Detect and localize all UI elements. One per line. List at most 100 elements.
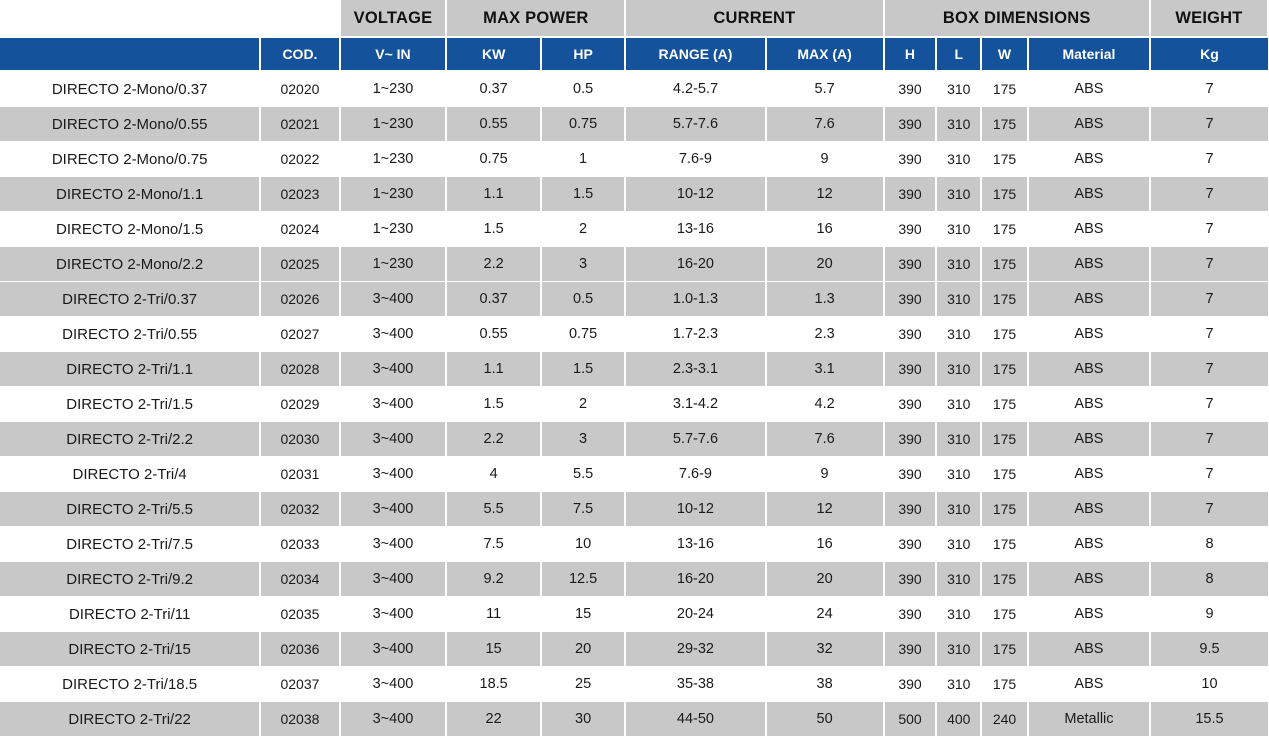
cell-kg: 7 — [1148, 421, 1268, 457]
cell-w: 175 — [980, 246, 1029, 282]
cell-max_a: 12 — [764, 176, 885, 212]
cell-kg: 9 — [1148, 596, 1268, 632]
cell-w: 175 — [980, 316, 1029, 352]
cell-max_a: 32 — [764, 631, 885, 667]
cell-h: 390 — [882, 666, 938, 702]
cell-voltage: 3~400 — [338, 666, 448, 702]
cell-material: ABS — [1026, 561, 1151, 597]
column-header-range_a[interactable]: RANGE (A) — [624, 36, 767, 72]
cell-h: 390 — [882, 526, 938, 562]
cell-material: ABS — [1026, 456, 1151, 492]
cell-w: 175 — [980, 526, 1029, 562]
cell-w: 175 — [980, 666, 1029, 702]
table-row[interactable]: DIRECTO 2-Tri/18.5 02037 3~400 18.5 25 35-38 3… — [0, 666, 1268, 702]
cell-kw: 0.75 — [445, 141, 542, 177]
cell-max_a: 4.2 — [764, 386, 885, 422]
cell-max_a: 16 — [764, 211, 885, 247]
column-header-material[interactable]: Material — [1026, 36, 1151, 72]
cell-hp: 3 — [539, 246, 627, 282]
cell-voltage: 3~400 — [338, 456, 448, 492]
column-header-cod[interactable]: COD. — [259, 36, 341, 72]
cell-material: ABS — [1026, 596, 1151, 632]
column-header-h[interactable]: H — [882, 36, 938, 72]
cell-max_a: 9 — [764, 456, 885, 492]
cell-cod: 02037 — [259, 666, 341, 702]
cell-voltage: 3~400 — [338, 631, 448, 667]
cell-kg: 7 — [1148, 246, 1268, 282]
cell-kg: 7 — [1148, 211, 1268, 247]
table-row[interactable]: DIRECTO 2-Tri/2.2 02030 3~400 2.2 3 5.7-7.6 7.… — [0, 421, 1268, 457]
cell-name: DIRECTO 2-Tri/5.5 — [0, 491, 262, 527]
cell-name: DIRECTO 2-Mono/1.5 — [0, 211, 262, 247]
cell-w: 175 — [980, 176, 1029, 212]
cell-hp: 1.5 — [539, 351, 627, 387]
cell-range_a: 3.1-4.2 — [624, 386, 767, 422]
cell-kw: 1.5 — [445, 211, 542, 247]
cell-name: DIRECTO 2-Mono/0.37 — [0, 70, 262, 107]
cell-kw: 2.2 — [445, 246, 542, 282]
cell-kw: 11 — [445, 596, 542, 632]
cell-max_a: 12 — [764, 491, 885, 527]
cell-name: DIRECTO 2-Tri/15 — [0, 631, 262, 667]
cell-name: DIRECTO 2-Mono/1.1 — [0, 176, 262, 212]
table-row[interactable]: DIRECTO 2-Mono/1.5 02024 1~230 1.5 2 13-16 16 3… — [0, 211, 1268, 247]
table-row[interactable]: DIRECTO 2-Tri/1.5 02029 3~400 1.5 2 3.1-4.2 4.… — [0, 386, 1268, 422]
cell-cod: 02031 — [259, 456, 341, 492]
table-row[interactable]: DIRECTO 2-Tri/7.5 02033 3~400 7.5 10 13-16 16 3… — [0, 526, 1268, 562]
table-row[interactable]: DIRECTO 2-Mono/2.2 02025 1~230 2.2 3 16-20 20 3… — [0, 246, 1268, 282]
cell-range_a: 44-50 — [624, 701, 767, 737]
cell-hp: 2 — [539, 211, 627, 247]
cell-w: 175 — [980, 281, 1029, 317]
cell-l: 310 — [935, 596, 983, 632]
column-header-voltage[interactable]: V~ IN — [338, 36, 448, 72]
table-row[interactable]: DIRECTO 2-Tri/5.5 02032 3~400 5.5 7.5 10-12 12… — [0, 491, 1268, 527]
cell-hp: 30 — [539, 701, 627, 737]
cell-voltage: 3~400 — [338, 596, 448, 632]
column-header-hp[interactable]: HP — [539, 36, 627, 72]
table-row[interactable]: DIRECTO 2-Tri/0.55 02027 3~400 0.55 0.75 1.7-… — [0, 316, 1268, 352]
group-header-box-dimensions: BOX DIMENSIONS — [882, 0, 1151, 37]
cell-max_a: 3.1 — [764, 351, 885, 387]
cell-l: 310 — [935, 351, 983, 387]
cell-material: ABS — [1026, 211, 1151, 247]
cell-name: DIRECTO 2-Tri/4 — [0, 456, 262, 492]
table-row[interactable]: DIRECTO 2-Mono/0.37 02020 1~230 0.37 0.5 4.2-… — [0, 70, 1268, 107]
column-header-kg[interactable]: Kg — [1148, 36, 1268, 72]
column-header-name[interactable] — [0, 36, 262, 72]
cell-voltage: 3~400 — [338, 526, 448, 562]
column-header-max_a[interactable]: MAX (A) — [764, 36, 885, 72]
table-row[interactable]: DIRECTO 2-Tri/4 02031 3~400 4 5.5 7.6-9 9 390 31… — [0, 456, 1268, 492]
table-row[interactable]: DIRECTO 2-Mono/0.75 02022 1~230 0.75 1 7.6-9 9… — [0, 141, 1268, 177]
cell-material: ABS — [1026, 316, 1151, 352]
cell-kg: 8 — [1148, 526, 1268, 562]
cell-max_a: 38 — [764, 666, 885, 702]
cell-h: 390 — [882, 351, 938, 387]
cell-voltage: 1~230 — [338, 141, 448, 177]
column-header-kw[interactable]: KW — [445, 36, 542, 72]
cell-l: 310 — [935, 666, 983, 702]
cell-kg: 7 — [1148, 141, 1268, 177]
cell-hp: 7.5 — [539, 491, 627, 527]
table-row[interactable]: DIRECTO 2-Tri/15 02036 3~400 15 20 29-32 32 390… — [0, 631, 1268, 667]
column-header-l[interactable]: L — [935, 36, 983, 72]
cell-voltage: 3~400 — [338, 561, 448, 597]
table-row[interactable]: DIRECTO 2-Tri/11 02035 3~400 11 15 20-24 24 390… — [0, 596, 1268, 632]
table-row[interactable]: DIRECTO 2-Tri/1.1 02028 3~400 1.1 1.5 2.3-3.1… — [0, 351, 1268, 387]
group-header-max-power: MAX POWER — [445, 0, 627, 37]
cell-h: 390 — [882, 211, 938, 247]
cell-h: 390 — [882, 246, 938, 282]
table-row[interactable]: DIRECTO 2-Tri/0.37 02026 3~400 0.37 0.5 1.0-1… — [0, 281, 1268, 317]
table-row[interactable]: DIRECTO 2-Mono/1.1 02023 1~230 1.1 1.5 10-12 1… — [0, 176, 1268, 212]
cell-h: 390 — [882, 456, 938, 492]
table-row[interactable]: DIRECTO 2-Tri/22 02038 3~400 22 30 44-50 50 500… — [0, 701, 1268, 737]
table-row[interactable]: DIRECTO 2-Mono/0.55 02021 1~230 0.55 0.75 5.7… — [0, 106, 1268, 142]
cell-max_a: 7.6 — [764, 106, 885, 142]
cell-l: 310 — [935, 106, 983, 142]
table-row[interactable]: DIRECTO 2-Tri/9.2 02034 3~400 9.2 12.5 16-20 2… — [0, 561, 1268, 597]
cell-kg: 7 — [1148, 106, 1268, 142]
cell-hp: 5.5 — [539, 456, 627, 492]
cell-h: 390 — [882, 106, 938, 142]
cell-voltage: 3~400 — [338, 421, 448, 457]
cell-h: 390 — [882, 596, 938, 632]
column-header-w[interactable]: W — [980, 36, 1029, 72]
